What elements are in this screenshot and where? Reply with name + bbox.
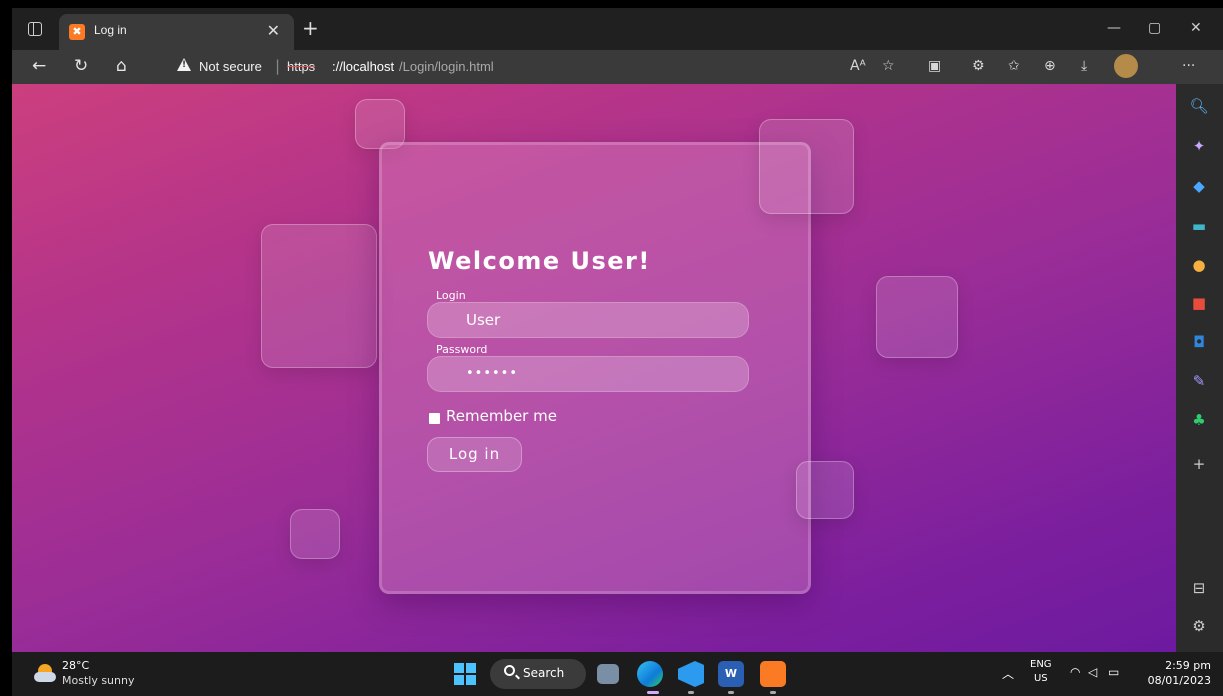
- search-icon: [504, 665, 515, 676]
- battery-icon[interactable]: ▭: [1108, 665, 1119, 679]
- designer-icon[interactable]: ✎: [1189, 371, 1209, 391]
- weather-icon[interactable]: [34, 664, 56, 682]
- taskbar: 28°C Mostly sunny Search W ︿ ENG US ◠ ◁ …: [12, 652, 1223, 696]
- security-status[interactable]: Not secure: [199, 59, 262, 74]
- refresh-icon[interactable]: ↻: [74, 56, 88, 76]
- language-region: US: [1033, 673, 1048, 684]
- add-favorite-icon[interactable]: ☆: [882, 57, 895, 75]
- page-title: Welcome User!: [428, 247, 651, 275]
- language-indicator[interactable]: ENG US: [1030, 658, 1052, 686]
- login-label: Login: [436, 289, 466, 302]
- decorative-square: [796, 461, 854, 519]
- downloads-icon[interactable]: ⤓: [1081, 57, 1087, 75]
- weather-condition[interactable]: Mostly sunny: [62, 674, 134, 687]
- vscode-icon[interactable]: [678, 661, 704, 687]
- warning-icon[interactable]: [177, 58, 191, 71]
- browser-toolbar: ← ↻ ⌂ Not secure | https ://localhost /L…: [12, 50, 1223, 84]
- tab-close-icon[interactable]: ✕: [267, 21, 280, 40]
- outlook-icon[interactable]: ◘: [1189, 332, 1209, 352]
- edge-icon[interactable]: [637, 661, 663, 687]
- decorative-square: [290, 509, 340, 559]
- close-window-icon[interactable]: ✕: [1190, 20, 1202, 36]
- favorites-icon[interactable]: ✩: [1008, 57, 1020, 75]
- clock-time: 2:59 pm: [1165, 659, 1211, 672]
- profile-avatar[interactable]: [1114, 54, 1138, 78]
- taskbar-search-label: Search: [523, 666, 565, 680]
- start-button[interactable]: [454, 663, 476, 685]
- login-button[interactable]: Log in: [427, 437, 522, 472]
- decorative-square: [876, 276, 958, 358]
- running-indicator: [688, 691, 694, 694]
- running-indicator: [770, 691, 776, 694]
- url-path: /Login/login.html: [399, 59, 494, 74]
- running-indicator: [728, 691, 734, 694]
- word-icon[interactable]: W: [718, 661, 744, 687]
- sidebar-settings-icon[interactable]: ⚙: [1189, 616, 1209, 636]
- shopping-tag-icon[interactable]: ◆: [1189, 176, 1209, 196]
- home-icon[interactable]: ⌂: [116, 56, 127, 76]
- tab-login[interactable]: ✖ Log in ✕: [59, 14, 294, 50]
- decorative-square: [261, 224, 377, 368]
- active-indicator: [647, 691, 659, 694]
- tab-title: Log in: [94, 23, 127, 37]
- tab-actions-icon[interactable]: [28, 22, 42, 36]
- back-icon[interactable]: ←: [32, 56, 46, 76]
- weather-temperature[interactable]: 28°C: [62, 659, 89, 672]
- address-separator: |: [275, 57, 281, 75]
- wifi-icon[interactable]: ◠: [1070, 665, 1080, 679]
- edge-sidebar: 🔍︎ ✦ ◆ ▬ ● ■ ◘ ✎ ♣ + ⊟ ⚙: [1176, 84, 1223, 652]
- add-sidebar-app-icon[interactable]: +: [1189, 454, 1209, 474]
- extensions-icon[interactable]: ⚙: [972, 57, 985, 75]
- browser-tab-bar: ✖ Log in ✕ + — ▢ ✕: [12, 8, 1223, 50]
- clock-date: 08/01/2023: [1147, 674, 1211, 687]
- decorative-square: [759, 119, 854, 214]
- url-scheme: https: [287, 59, 316, 74]
- show-hidden-icons[interactable]: ︿: [1002, 665, 1014, 682]
- office-icon[interactable]: ■: [1189, 293, 1209, 313]
- hide-sidebar-icon[interactable]: ⊟: [1189, 578, 1209, 598]
- taskbar-search[interactable]: Search: [490, 659, 586, 689]
- search-icon[interactable]: 🔍︎: [1189, 96, 1209, 116]
- games-icon[interactable]: ●: [1189, 255, 1209, 275]
- collections-icon[interactable]: ⊕: [1044, 57, 1056, 75]
- remember-label[interactable]: Remember me: [446, 407, 557, 425]
- read-aloud-icon[interactable]: A͏ᴬ: [850, 57, 866, 75]
- language-code: ENG: [1030, 659, 1052, 670]
- password-label: Password: [436, 343, 488, 356]
- remember-checkbox[interactable]: [429, 413, 440, 424]
- minimize-icon[interactable]: —: [1107, 20, 1121, 36]
- page-content: Welcome User! Login Password •••••• Reme…: [12, 84, 1176, 652]
- tree-icon[interactable]: ♣: [1189, 410, 1209, 430]
- task-view-icon[interactable]: [597, 664, 619, 684]
- extension-n-icon[interactable]: ▣: [928, 57, 941, 75]
- copilot-icon[interactable]: ✦: [1189, 136, 1209, 156]
- password-input[interactable]: ••••••: [427, 356, 749, 392]
- url-host: ://localhost: [332, 59, 395, 74]
- maximize-icon[interactable]: ▢: [1148, 20, 1161, 36]
- system-clock[interactable]: 2:59 pm 08/01/2023: [1148, 658, 1211, 688]
- xampp-favicon-icon: ✖: [69, 24, 85, 40]
- tools-icon[interactable]: ▬: [1189, 216, 1209, 236]
- volume-icon[interactable]: ◁: [1088, 665, 1097, 679]
- login-input[interactable]: [427, 302, 749, 338]
- new-tab-icon[interactable]: +: [302, 18, 319, 38]
- screen: ✖ Log in ✕ + — ▢ ✕ ← ↻ ⌂ Not secure | ht…: [0, 0, 1223, 696]
- login-card: Welcome User! Login Password •••••• Reme…: [379, 142, 811, 594]
- more-options-icon[interactable]: ···: [1182, 57, 1195, 75]
- xampp-icon[interactable]: [760, 661, 786, 687]
